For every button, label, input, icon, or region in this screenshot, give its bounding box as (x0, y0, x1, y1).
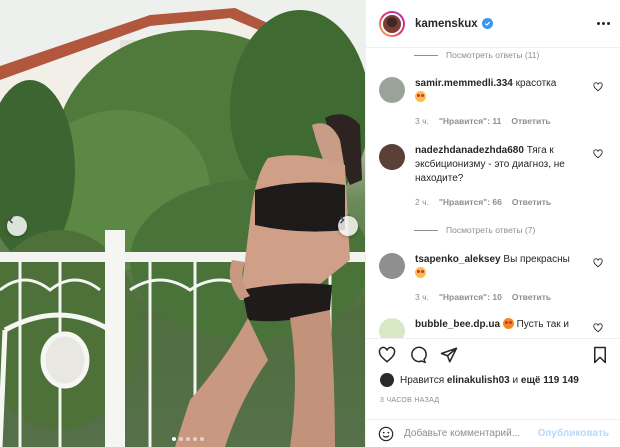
photo-illustration (0, 0, 365, 447)
liker-username[interactable]: elinakulish03 (447, 375, 510, 386)
fire-emoji-icon (502, 318, 514, 329)
view-replies-button[interactable]: Посмотреть ответы (7) (366, 224, 535, 236)
carousel-dot (179, 437, 183, 441)
add-comment-bar: Опубликовать (366, 419, 620, 447)
comment-text: Вы прекрасны (503, 254, 570, 265)
view-replies-button[interactable]: Посмотреть ответы (11) (366, 49, 539, 61)
view-replies-label: Посмотреть ответы (11) (446, 50, 540, 60)
comment-item: nadezhdanadezhda680 Тяга к эксбиционизму… (379, 144, 609, 209)
commenter-username[interactable]: tsapenko_aleksey (415, 254, 501, 265)
carousel-indicator (172, 437, 204, 441)
author-username[interactable]: kamenskux (415, 18, 478, 30)
comment-time[interactable]: 3 ч. (415, 290, 429, 304)
like-comment-heart-icon[interactable] (593, 258, 603, 268)
likes-count-link[interactable]: ещё 119 149 (521, 375, 579, 386)
commenter-avatar[interactable] (379, 144, 405, 170)
reply-button[interactable]: Ответить (512, 290, 551, 304)
view-replies-label: Посмотреть ответы (7) (446, 225, 536, 235)
emoji-smiley-icon[interactable] (378, 425, 394, 443)
verified-badge-icon (481, 18, 493, 29)
next-photo-button[interactable] (338, 216, 358, 236)
share-send-icon[interactable] (440, 346, 458, 364)
comment-item: samir.memmedli.334 красотка 3 ч. "Нравит… (379, 77, 609, 128)
publish-button[interactable]: Опубликовать (538, 428, 609, 439)
likes-summary: Нравится elinakulish03 и ещё 119 149 (366, 371, 620, 389)
like-comment-heart-icon[interactable] (593, 82, 603, 92)
carousel-dot (186, 437, 190, 441)
comment-item: bubble_bee.dp.ua Пусть так и (379, 318, 609, 338)
likes-and: и (512, 374, 519, 386)
carousel-dot (200, 437, 204, 441)
like-comment-heart-icon[interactable] (593, 149, 603, 159)
commenter-avatar[interactable] (379, 318, 405, 338)
comment-like-count[interactable]: "Нравится": 66 (439, 195, 502, 209)
prev-photo-button[interactable] (7, 216, 27, 236)
post-photo[interactable] (0, 0, 365, 447)
carousel-dot (172, 437, 176, 441)
heart-eyes-emoji-icon (415, 91, 426, 102)
commenter-avatar[interactable] (379, 77, 405, 103)
liker-avatar[interactable] (380, 373, 394, 387)
comment-input[interactable] (404, 428, 538, 439)
heart-eyes-emoji-icon (415, 267, 426, 278)
comment-time[interactable]: 3 ч. (415, 114, 429, 128)
reply-button[interactable]: Ответить (511, 114, 550, 128)
comment-text: Пусть так и (516, 319, 569, 330)
post-header: kamenskux (366, 0, 620, 48)
comment-bubble-icon[interactable] (409, 346, 427, 364)
post-side-panel: kamenskux Посмотреть ответы (11) samir.m… (365, 0, 620, 447)
like-comment-heart-icon[interactable] (593, 323, 603, 333)
comments-list[interactable]: Посмотреть ответы (11) samir.memmedli.33… (366, 48, 620, 338)
chevron-right-icon (339, 216, 345, 224)
author-avatar[interactable] (379, 10, 405, 37)
comment-text: красотка (515, 78, 557, 89)
chevron-left-icon (8, 216, 14, 224)
comment-time[interactable]: 2 ч. (415, 195, 429, 209)
commenter-username[interactable]: nadezhdanadezhda680 (415, 145, 524, 156)
comment-item: tsapenko_aleksey Вы прекрасны 3 ч. "Нрав… (379, 253, 609, 304)
reply-button[interactable]: Ответить (512, 195, 551, 209)
comment-like-count[interactable]: "Нравится": 11 (439, 114, 501, 128)
carousel-dot (193, 437, 197, 441)
commenter-avatar[interactable] (379, 253, 405, 279)
post-timestamp[interactable]: 3 ЧАСОВ НАЗАД (366, 389, 620, 411)
commenter-username[interactable]: bubble_bee.dp.ua (415, 319, 500, 330)
save-bookmark-icon[interactable] (591, 346, 609, 364)
post-actions: Нравится elinakulish03 и ещё 119 149 3 Ч… (366, 338, 620, 411)
like-heart-icon[interactable] (378, 346, 396, 364)
likes-prefix: Нравится (400, 374, 445, 386)
comment-like-count[interactable]: "Нравится": 10 (439, 290, 502, 304)
action-icons-bar (366, 339, 620, 371)
commenter-username[interactable]: samir.memmedli.334 (415, 78, 513, 89)
more-options-icon[interactable] (597, 22, 610, 25)
